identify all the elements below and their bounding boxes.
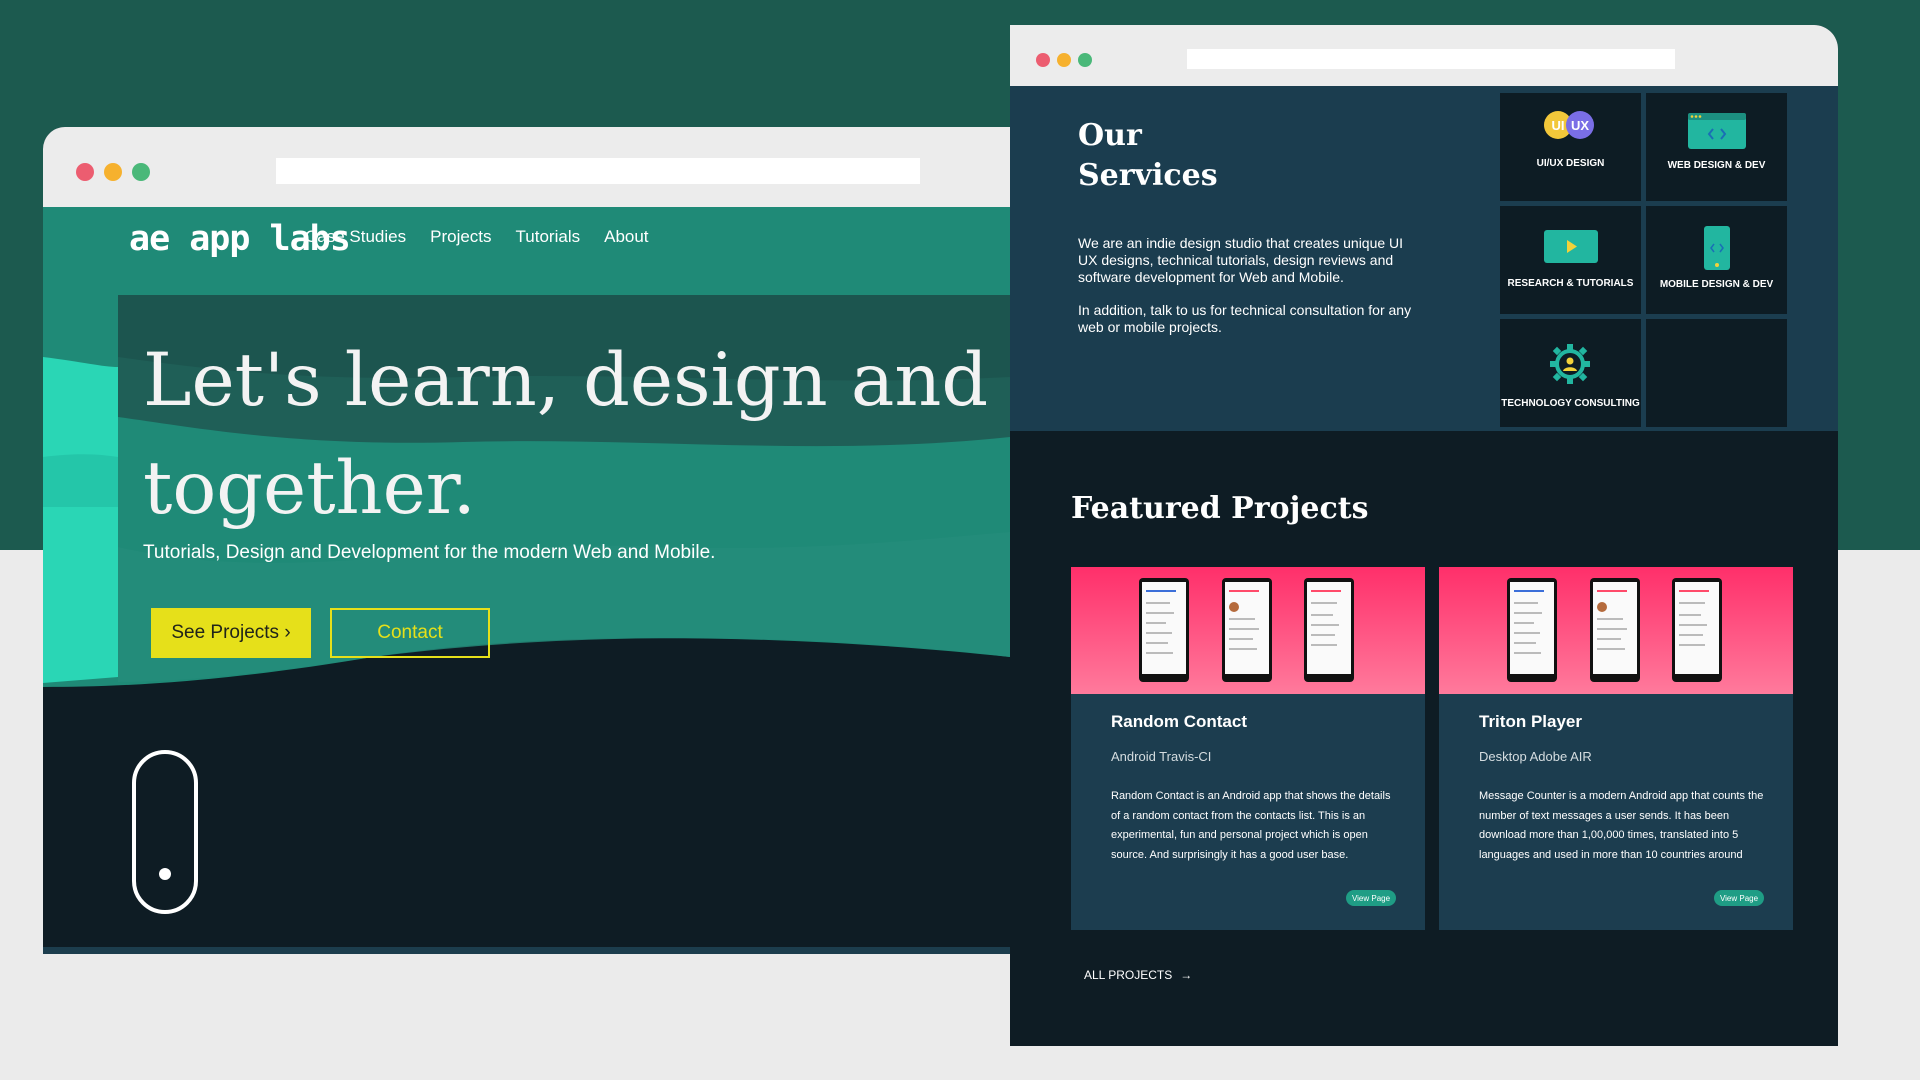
project-card-image [1439,567,1793,694]
services-paragraph-2: In addition, talk to us for technical co… [1078,302,1412,335]
play-video-icon [1544,230,1598,263]
scroll-indicator-icon[interactable] [132,750,198,914]
all-projects-link[interactable]: ALL PROJECTS → [1084,968,1192,982]
service-tile-label: MOBILE DESIGN & DEV [1659,279,1774,290]
phone-mockup [1672,578,1722,682]
address-bar[interactable] [1187,49,1675,69]
hero-heading-line1: Let's learn, design and buil [143,338,1010,423]
close-dot[interactable] [76,163,94,181]
nav-link-tutorials[interactable]: Tutorials [516,227,581,247]
service-tile-research[interactable]: RESEARCH & TUTORIALS [1500,206,1641,314]
service-tile-mobile[interactable]: MOBILE DESIGN & DEV [1646,206,1787,314]
all-projects-label: ALL PROJECTS [1084,968,1173,982]
project-name[interactable]: Triton Player [1479,712,1582,732]
nav-link-projects[interactable]: Projects [430,227,491,247]
view-page-button[interactable]: View Page [1714,890,1764,906]
project-tags: Desktop Adobe AIR [1479,749,1592,764]
services-paragraph-1: We are an indie design studio that creat… [1078,235,1404,285]
right-browser-window: Our Services We are an indie design stud… [1010,25,1838,1046]
browser-chrome [43,127,1010,207]
services-title: Our Services [1078,118,1218,193]
browser-code-icon [1688,113,1746,149]
service-tile-ui-ux[interactable]: UI UX UI/UX DESIGN [1500,93,1641,201]
contact-button[interactable]: Contact [330,608,490,658]
minimize-dot[interactable] [104,163,122,181]
service-tile-empty [1646,319,1787,427]
see-projects-button[interactable]: See Projects › [151,608,311,658]
phone-mockup [1304,578,1354,682]
bottom-divider [43,947,1010,954]
address-bar[interactable] [276,158,920,184]
site-navbar: ae app labs Case Studies Projects Tutori… [43,207,1010,295]
gear-person-icon [1550,344,1590,384]
ui-ux-badge-icon: UI UX [1544,111,1600,141]
hero-section: ae app labs Case Studies Projects Tutori… [43,207,1010,954]
browser-chrome [1010,25,1838,86]
service-tile-label: RESEARCH & TUTORIALS [1507,278,1634,289]
project-description: Message Counter is a modern Android app … [1479,790,1764,861]
phone-mockup [1507,578,1557,682]
featured-projects-title: Featured Projects [1071,491,1369,526]
service-tile-label: TECHNOLOGY CONSULTING [1501,398,1640,409]
ux-badge: UX [1566,111,1594,139]
project-name[interactable]: Random Contact [1111,712,1247,732]
left-browser-window: ae app labs Case Studies Projects Tutori… [43,127,1010,954]
phone-mockup [1590,578,1640,682]
service-tile-consulting[interactable]: TECHNOLOGY CONSULTING [1500,319,1641,427]
project-card-triton-player: Triton Player Desktop Adobe AIR Message … [1439,567,1793,930]
project-card-random-contact: Random Contact Android Travis-CI Random … [1071,567,1425,930]
service-tile-label: UI/UX DESIGN [1536,158,1605,169]
mobile-phone-icon [1704,226,1730,270]
arrow-right-icon: → [1180,968,1193,982]
nav-link-case-studies[interactable]: Case Studies [305,227,406,247]
maximize-dot[interactable] [132,163,150,181]
phone-mockup [1139,578,1189,682]
project-description: Random Contact is an Android app that sh… [1111,790,1391,861]
service-tile-label: WEB DESIGN & DEV [1667,160,1766,171]
project-tags: Android Travis-CI [1111,749,1212,764]
hero-heading: Let's learn, design and buil together. [143,327,1010,543]
hero-subtitle: Tutorials, Design and Development for th… [143,542,716,563]
phone-mockup [1222,578,1272,682]
close-dot[interactable] [1036,53,1050,67]
services-section: Our Services We are an indie design stud… [1010,86,1838,431]
scroll-indicator-dot [159,868,171,880]
hero-heading-line2: together. [143,446,476,531]
maximize-dot[interactable] [1078,53,1092,67]
service-tile-web[interactable]: WEB DESIGN & DEV [1646,93,1787,201]
nav-link-about[interactable]: About [604,227,648,247]
view-page-button[interactable]: View Page [1346,890,1396,906]
project-card-image [1071,567,1425,694]
nav-links: Case Studies Projects Tutorials About [305,227,649,247]
minimize-dot[interactable] [1057,53,1071,67]
